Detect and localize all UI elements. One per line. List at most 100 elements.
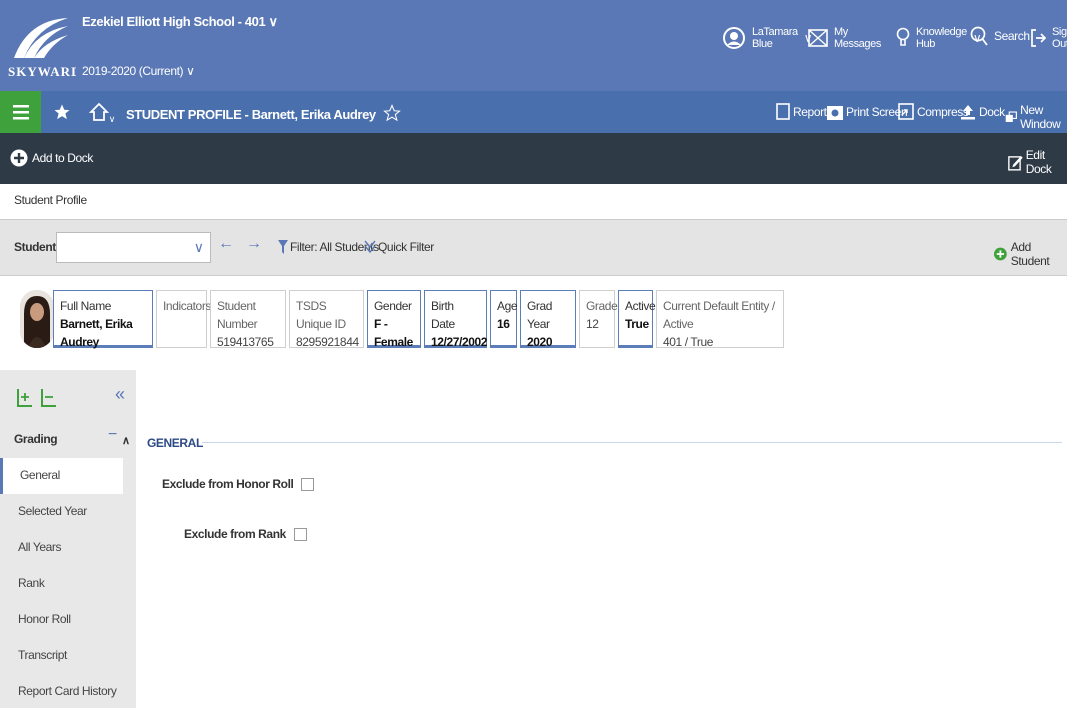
card-header: Full Name: [60, 299, 112, 313]
user-first-name: LaTamara: [752, 26, 798, 38]
add-to-dock-label: Add to Dock: [32, 151, 93, 165]
mail-icon: [808, 29, 828, 47]
section-title: GENERAL: [147, 436, 203, 450]
compress-button[interactable]: Compress: [898, 103, 969, 120]
card-value: F - Female: [374, 317, 413, 349]
svg-text:SKYWARD: SKYWARD: [8, 64, 76, 79]
signout-line2: Out: [1052, 38, 1067, 50]
messages-line2: Messages: [834, 38, 881, 50]
sidebar-item-rank[interactable]: Rank: [0, 566, 123, 602]
sidebar-item-report-card-history[interactable]: Report Card History: [0, 674, 123, 708]
year-selector[interactable]: 2019-2020 (Current) ∨: [82, 64, 195, 78]
card-value: 2020: [527, 335, 553, 349]
card-full-name[interactable]: Full Name Barnett, Erika Audrey: [53, 290, 153, 349]
favorites-button[interactable]: [43, 91, 80, 133]
card-value: 12: [586, 317, 599, 331]
card-grade[interactable]: Grade 12: [579, 290, 618, 348]
card-birth-date[interactable]: Birth Date 12/27/2002: [424, 290, 487, 349]
sidebar-item-transcript[interactable]: Transcript: [0, 638, 123, 674]
collapse-group-icon[interactable]: −: [108, 426, 117, 444]
collapse-sidebar-icon[interactable]: «: [115, 384, 125, 405]
search-link[interactable]: Search: [970, 26, 1030, 46]
caret-up-icon[interactable]: ∧: [122, 434, 130, 447]
edit-dock-button[interactable]: Edit Dock: [1008, 148, 1067, 176]
edit-dock-label: Edit Dock: [1025, 148, 1052, 176]
favorite-star-icon[interactable]: [383, 104, 401, 122]
add-circle-icon: [994, 247, 1007, 261]
new-window-button[interactable]: New Window: [1005, 103, 1067, 131]
honor-roll-label: Exclude from Honor Roll: [162, 477, 294, 491]
quick-filter-label: Quick Filter: [378, 240, 434, 254]
hub-line2: Hub: [916, 38, 935, 50]
school-selector[interactable]: Ezekiel Elliott High School - 401 ∨: [82, 14, 278, 30]
card-value: 401 / True: [663, 335, 714, 349]
chevron-down-icon: ∨: [108, 113, 116, 124]
messages-line1: My: [834, 26, 848, 38]
card-age[interactable]: Age 16: [490, 290, 518, 348]
previous-student-arrow-icon[interactable]: ←: [218, 235, 234, 253]
sign-out-link[interactable]: SignOut: [1030, 26, 1067, 50]
print-screen-button[interactable]: Print Screen: [827, 103, 908, 120]
reports-icon: [776, 103, 790, 120]
lightbulb-icon: [896, 27, 910, 46]
add-to-dock-button[interactable]: Add to Dock: [10, 149, 93, 167]
honor-roll-field: Exclude from Honor Roll: [162, 477, 315, 491]
menu-button[interactable]: [0, 91, 41, 133]
add-student-label: Add Student: [1010, 240, 1050, 268]
rank-label: Exclude from Rank: [184, 527, 286, 541]
next-student-arrow-icon[interactable]: →: [246, 235, 262, 253]
sidebar-group-grading[interactable]: Grading: [14, 432, 58, 446]
card-header: Birth Date: [431, 299, 455, 331]
dock-button[interactable]: Dock: [960, 103, 1005, 120]
card-indicators[interactable]: Indicators: [156, 290, 211, 348]
card-student-number[interactable]: Student Number 519413765: [210, 290, 286, 349]
card-default-entity[interactable]: Current Default Entity / Active 401 / Tru…: [656, 290, 784, 349]
knowledge-hub-menu[interactable]: Knowledge Hub ∨: [896, 26, 982, 50]
sidebar-item-honor-roll[interactable]: Honor Roll: [0, 602, 123, 638]
home-icon: [88, 102, 109, 121]
collapse-all-icon[interactable]: [40, 388, 58, 408]
card-header: Grad Year: [527, 299, 553, 331]
sidebar: « Grading − ∧ General Selected Year All …: [0, 370, 136, 708]
user-last-name: Blue: [752, 38, 773, 50]
chevron-down-icon: ∨: [193, 239, 204, 255]
chevron-down-icon: ∨: [186, 64, 195, 78]
card-header: Current Default Entity / Active: [663, 299, 775, 331]
top-header: SKYWARD Ezekiel Elliott High School - 40…: [0, 0, 1067, 91]
sidebar-item-general[interactable]: General: [0, 458, 123, 494]
year-label: 2019-2020 (Current): [82, 64, 184, 78]
hamburger-icon: [12, 105, 29, 120]
card-header: TSDS Unique ID: [296, 299, 346, 331]
user-menu[interactable]: LaTamara Blue ∨: [722, 26, 813, 50]
sign-out-icon: [1031, 29, 1046, 47]
quick-filter-button[interactable]: Quick Filter: [364, 240, 434, 254]
reports-button[interactable]: Reports: [776, 103, 833, 120]
exclude-rank-checkbox[interactable]: [293, 527, 307, 541]
edit-icon: [1008, 155, 1023, 171]
messages-link[interactable]: My Messages: [808, 26, 881, 50]
filter-icon: [278, 240, 288, 254]
compress-icon: [898, 103, 914, 120]
plus-circle-icon: [10, 149, 28, 167]
expand-all-icon[interactable]: [16, 388, 34, 408]
add-student-button[interactable]: Add Student: [994, 240, 1067, 268]
card-grad-year[interactable]: Grad Year 2020: [520, 290, 576, 349]
card-value: Barnett, Erika Audrey: [60, 317, 133, 349]
signout-line1: Sign: [1052, 26, 1067, 38]
skyward-logo[interactable]: SKYWARD: [6, 10, 76, 86]
dock-bar: Add to Dock Edit Dock: [0, 133, 1067, 184]
sidebar-item-all-years[interactable]: All Years: [0, 530, 123, 566]
home-button[interactable]: ∨: [82, 91, 122, 133]
student-photo[interactable]: [20, 290, 54, 348]
student-select[interactable]: ∨: [56, 232, 211, 263]
breadcrumb: Student Profile: [14, 193, 87, 207]
quick-filter-icon: [364, 240, 376, 254]
card-header: Grade: [586, 299, 618, 313]
sidebar-item-selected-year[interactable]: Selected Year: [0, 494, 123, 530]
card-tsds-id[interactable]: TSDS Unique ID 8295921844: [289, 290, 364, 349]
rank-field: Exclude from Rank: [184, 527, 307, 541]
card-gender[interactable]: Gender F - Female: [367, 290, 421, 349]
card-active[interactable]: Active True: [618, 290, 656, 348]
card-header: Age: [497, 299, 518, 313]
exclude-honor-roll-checkbox[interactable]: [301, 477, 315, 491]
